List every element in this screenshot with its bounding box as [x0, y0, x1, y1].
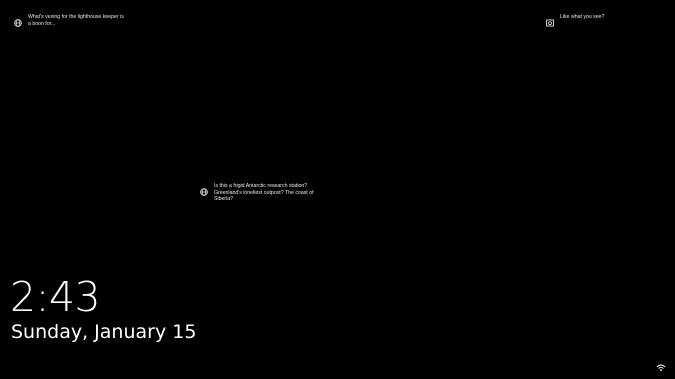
- spotlight-like-prompt[interactable]: Like what you see?: [546, 14, 636, 27]
- spotlight-hotspot-lighthouse[interactable]: What's vexing for the lighthouse keeper …: [14, 14, 134, 27]
- spotlight-text: What's vexing for the lighthouse keeper …: [28, 14, 124, 27]
- camera-icon: [546, 14, 554, 27]
- spotlight-text: Like what you see?: [560, 14, 605, 20]
- globe-icon: [14, 14, 22, 27]
- lockscreen-date: Sunday, January 15: [11, 321, 197, 343]
- spotlight-text: Is this a frigid Antarctic research stat…: [214, 183, 314, 203]
- spotlight-hotspot-outpost[interactable]: Is this a frigid Antarctic research stat…: [200, 183, 320, 203]
- globe-icon: [200, 183, 208, 196]
- lockscreen-time: 2:43: [10, 273, 101, 321]
- network-icon[interactable]: [656, 359, 666, 372]
